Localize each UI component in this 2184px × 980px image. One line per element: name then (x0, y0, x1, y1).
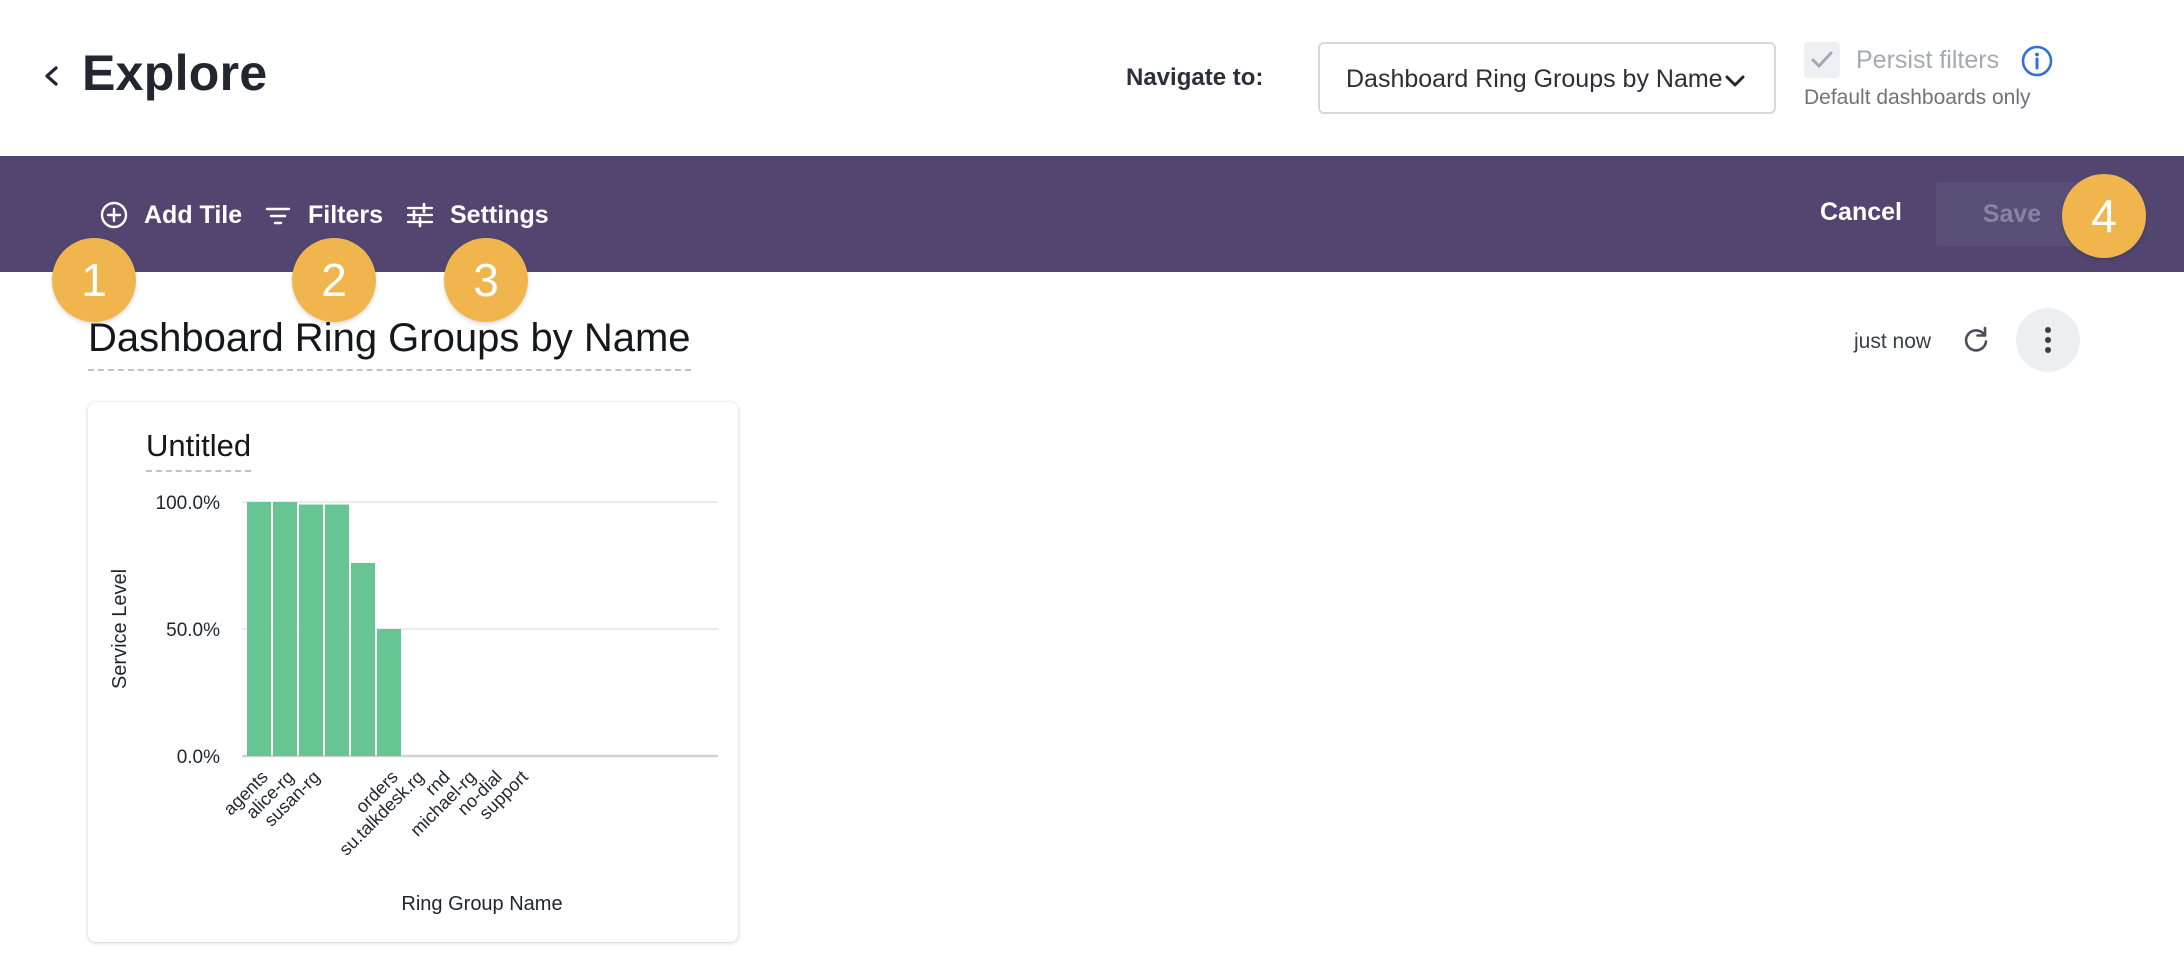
add-tile-label: Add Tile (144, 200, 243, 229)
chevron-left-icon (45, 66, 58, 86)
callout-badge-4: 4 (2062, 174, 2146, 258)
bar-1 (273, 502, 297, 756)
persist-filters-checkbox[interactable] (1804, 42, 1840, 78)
refresh-icon[interactable] (1960, 324, 1992, 356)
navigate-to-value: Dashboard Ring Groups by Name (1346, 65, 1723, 93)
settings-button[interactable]: Settings (404, 198, 549, 232)
y-axis-title: Service Level (109, 569, 131, 689)
filters-label: Filters (308, 200, 384, 229)
last-updated-text: just now (1854, 330, 1932, 353)
sliders-icon (406, 202, 434, 228)
y-tick-label-1: 50.0% (166, 620, 220, 641)
chevron-down-icon (1725, 75, 1745, 87)
info-icon[interactable] (2020, 44, 2054, 78)
check-icon (1811, 51, 1833, 68)
x-axis-title: Ring Group Name (401, 893, 562, 915)
persist-filters-subtext: Default dashboards only (1804, 86, 2031, 109)
add-tile-button[interactable]: Add Tile (98, 198, 242, 232)
bar-2 (299, 504, 323, 756)
callout-badge-2: 2 (292, 238, 376, 322)
dashboard-title[interactable]: Dashboard Ring Groups by Name (88, 316, 691, 371)
bar-5 (377, 629, 401, 756)
add-circle-icon (100, 201, 128, 229)
bar-3 (325, 504, 349, 756)
back-button[interactable] (38, 56, 66, 96)
filters-button[interactable]: Filters (262, 198, 383, 232)
bar-chart: 100.0%50.0%0.0%agentsalice-rgsusan-rg ord… (109, 493, 718, 915)
persist-filters-label: Persist filters (1856, 46, 2000, 74)
bar-4 (351, 562, 375, 756)
bar-0 (247, 502, 271, 756)
settings-label: Settings (450, 200, 549, 229)
page-title: Explore (82, 45, 268, 101)
more-options-button[interactable] (2016, 308, 2080, 372)
callout-badge-3: 3 (444, 238, 528, 322)
page-header: Explore Navigate to: Dashboard Ring Grou… (0, 0, 2184, 156)
callout-badge-1: 1 (52, 238, 136, 322)
filter-icon (265, 207, 291, 225)
navigate-to-label: Navigate to: (1126, 64, 1264, 91)
more-vertical-icon (2045, 327, 2051, 353)
y-tick-label-2: 0.0% (177, 747, 220, 768)
chart-tile[interactable]: Untitled 100.0% 50.0% 0.0% agents alice-rg su… (88, 402, 738, 942)
y-tick-label-0: 100.0% (156, 493, 221, 514)
navigate-to-dropdown[interactable]: Dashboard Ring Groups by Name (1318, 42, 1776, 114)
cancel-button[interactable]: Cancel (1820, 198, 1902, 227)
